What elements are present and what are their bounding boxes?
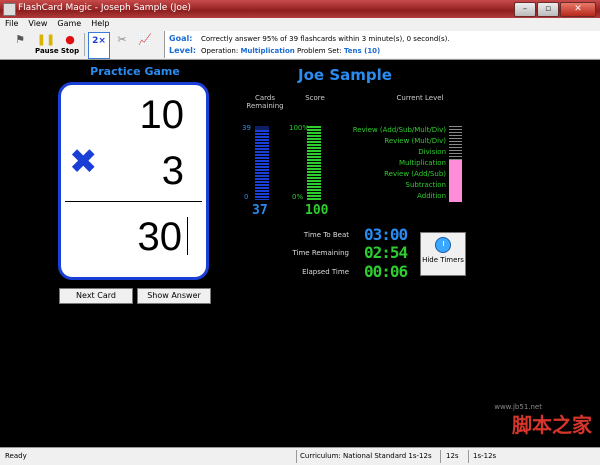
level-item: Review (Add/Sub/Mult/Div) [352,126,446,134]
minimize-button[interactable]: – [514,2,536,17]
bottom-number: 3 [161,149,184,193]
window-title: FlashCard Magic - Joseph Sample (Joe) [18,3,191,13]
menu-view[interactable]: View [23,18,52,30]
start-flag-button[interactable]: ⚑ [8,32,32,57]
chart-icon: 📈 [138,33,152,46]
cards-remaining-header: Cards Remaining [246,94,284,110]
problem-set-value: Tens (10) [343,47,381,55]
flashcard: 10 ✖ 3 30 [58,82,209,280]
status-set: 12s [446,452,459,460]
text-cursor [187,217,188,255]
level-item: Subtraction [405,181,447,189]
status-divider [296,450,297,463]
score-axis-min: 0% [292,193,304,201]
show-answer-button[interactable]: Show Answer [137,288,211,304]
level-item: Division [418,148,446,156]
close-button[interactable]: ✕ [560,2,596,17]
time-remaining-label: Time Remaining [292,249,349,257]
flashcard-icon: 2× [92,36,106,46]
level-item: Review (Mult/Div) [384,137,446,145]
next-card-button[interactable]: Next Card [59,288,133,304]
multiply-icon: ✖ [69,142,98,182]
level-item: Addition [417,192,446,200]
operation-label: Operation: [201,47,239,55]
pause-button[interactable]: ❚❚ Pause [35,32,59,57]
cards-remaining-value: 37 [252,203,268,218]
elapsed-time-value: 00:06 [364,262,408,281]
top-number: 10 [139,93,185,137]
menu-game[interactable]: Game [52,18,86,30]
cards-bar-track [255,126,269,200]
status-curriculum: Curriculum: National Standard 1s-12s [300,452,432,460]
hide-timers-label: Hide Timers [422,256,464,264]
student-name: Joe Sample [298,66,392,84]
score-value: 100 [305,203,329,218]
level-label: Level: [169,46,197,55]
time-remaining-value: 02:54 [364,243,408,262]
time-to-beat-label: Time To Beat [303,231,349,239]
current-level-header: Current Level [396,94,444,102]
level-bar-track [449,126,462,202]
title-bar: FlashCard Magic - Joseph Sample (Joe) – … [0,0,600,18]
stop-icon: ● [65,33,75,46]
goal-text: Correctly answer 95% of 39 flashcards wi… [201,35,450,43]
status-range: 1s-12s [473,452,497,460]
cards-axis-min: 0 [244,193,249,201]
menu-help[interactable]: Help [86,18,114,30]
practice-game-title: Practice Game [90,65,180,78]
tools-icon: ✂ [117,33,127,46]
time-to-beat-value: 03:00 [364,225,408,244]
status-divider [440,450,441,463]
level-item: Review (Add/Sub) [384,170,446,178]
chart-button[interactable]: 📈 [135,32,155,57]
watermark: www.jb51.net 脚本之家 [482,403,592,438]
level-list: Review (Add/Sub/Mult/Div) Review (Mult/D… [330,126,446,202]
status-ready: Ready [5,452,27,460]
status-divider [468,450,469,463]
score-bar-track [307,126,321,200]
card-divider [65,201,202,202]
elapsed-time-label: Elapsed Time [302,268,349,276]
watermark-text: 脚本之家 [512,413,592,437]
menu-file[interactable]: File [0,18,23,30]
maximize-button[interactable]: ▫ [537,2,559,17]
app-icon [3,3,16,16]
problem-set-label: Problem Set: [297,47,342,55]
stopwatch-icon [435,237,451,253]
menu-bar: File View Game Help [0,18,600,30]
toolbar-separator [84,33,85,56]
cards-bar-fill [255,130,269,200]
score-bar-fill [307,126,321,200]
stop-button[interactable]: ● Stop [60,32,80,57]
level-item: Multiplication [399,159,446,167]
hide-timers-button[interactable]: Hide Timers [420,232,466,276]
flashcard-button[interactable]: 2× [88,32,110,59]
watermark-url: www.jb51.net [494,403,542,411]
score-header: Score [305,94,325,102]
score-axis-max: 100% [289,124,310,132]
cards-axis-max: 39 [242,124,251,132]
operation-value: Multiplication [240,47,295,55]
answer-input[interactable]: 30 [138,217,183,257]
stop-label: Stop [60,47,80,55]
level-bar-fill [449,160,462,202]
goal-panel: Goal: Correctly answer 95% of 39 flashca… [164,31,600,58]
tools-button[interactable]: ✂ [112,32,132,57]
pause-label: Pause [35,47,59,55]
goal-label: Goal: [169,34,193,43]
pause-icon: ❚❚ [36,33,56,46]
status-bar: Ready Curriculum: National Standard 1s-1… [0,447,600,465]
checkered-flag-icon: ⚑ [15,33,25,46]
